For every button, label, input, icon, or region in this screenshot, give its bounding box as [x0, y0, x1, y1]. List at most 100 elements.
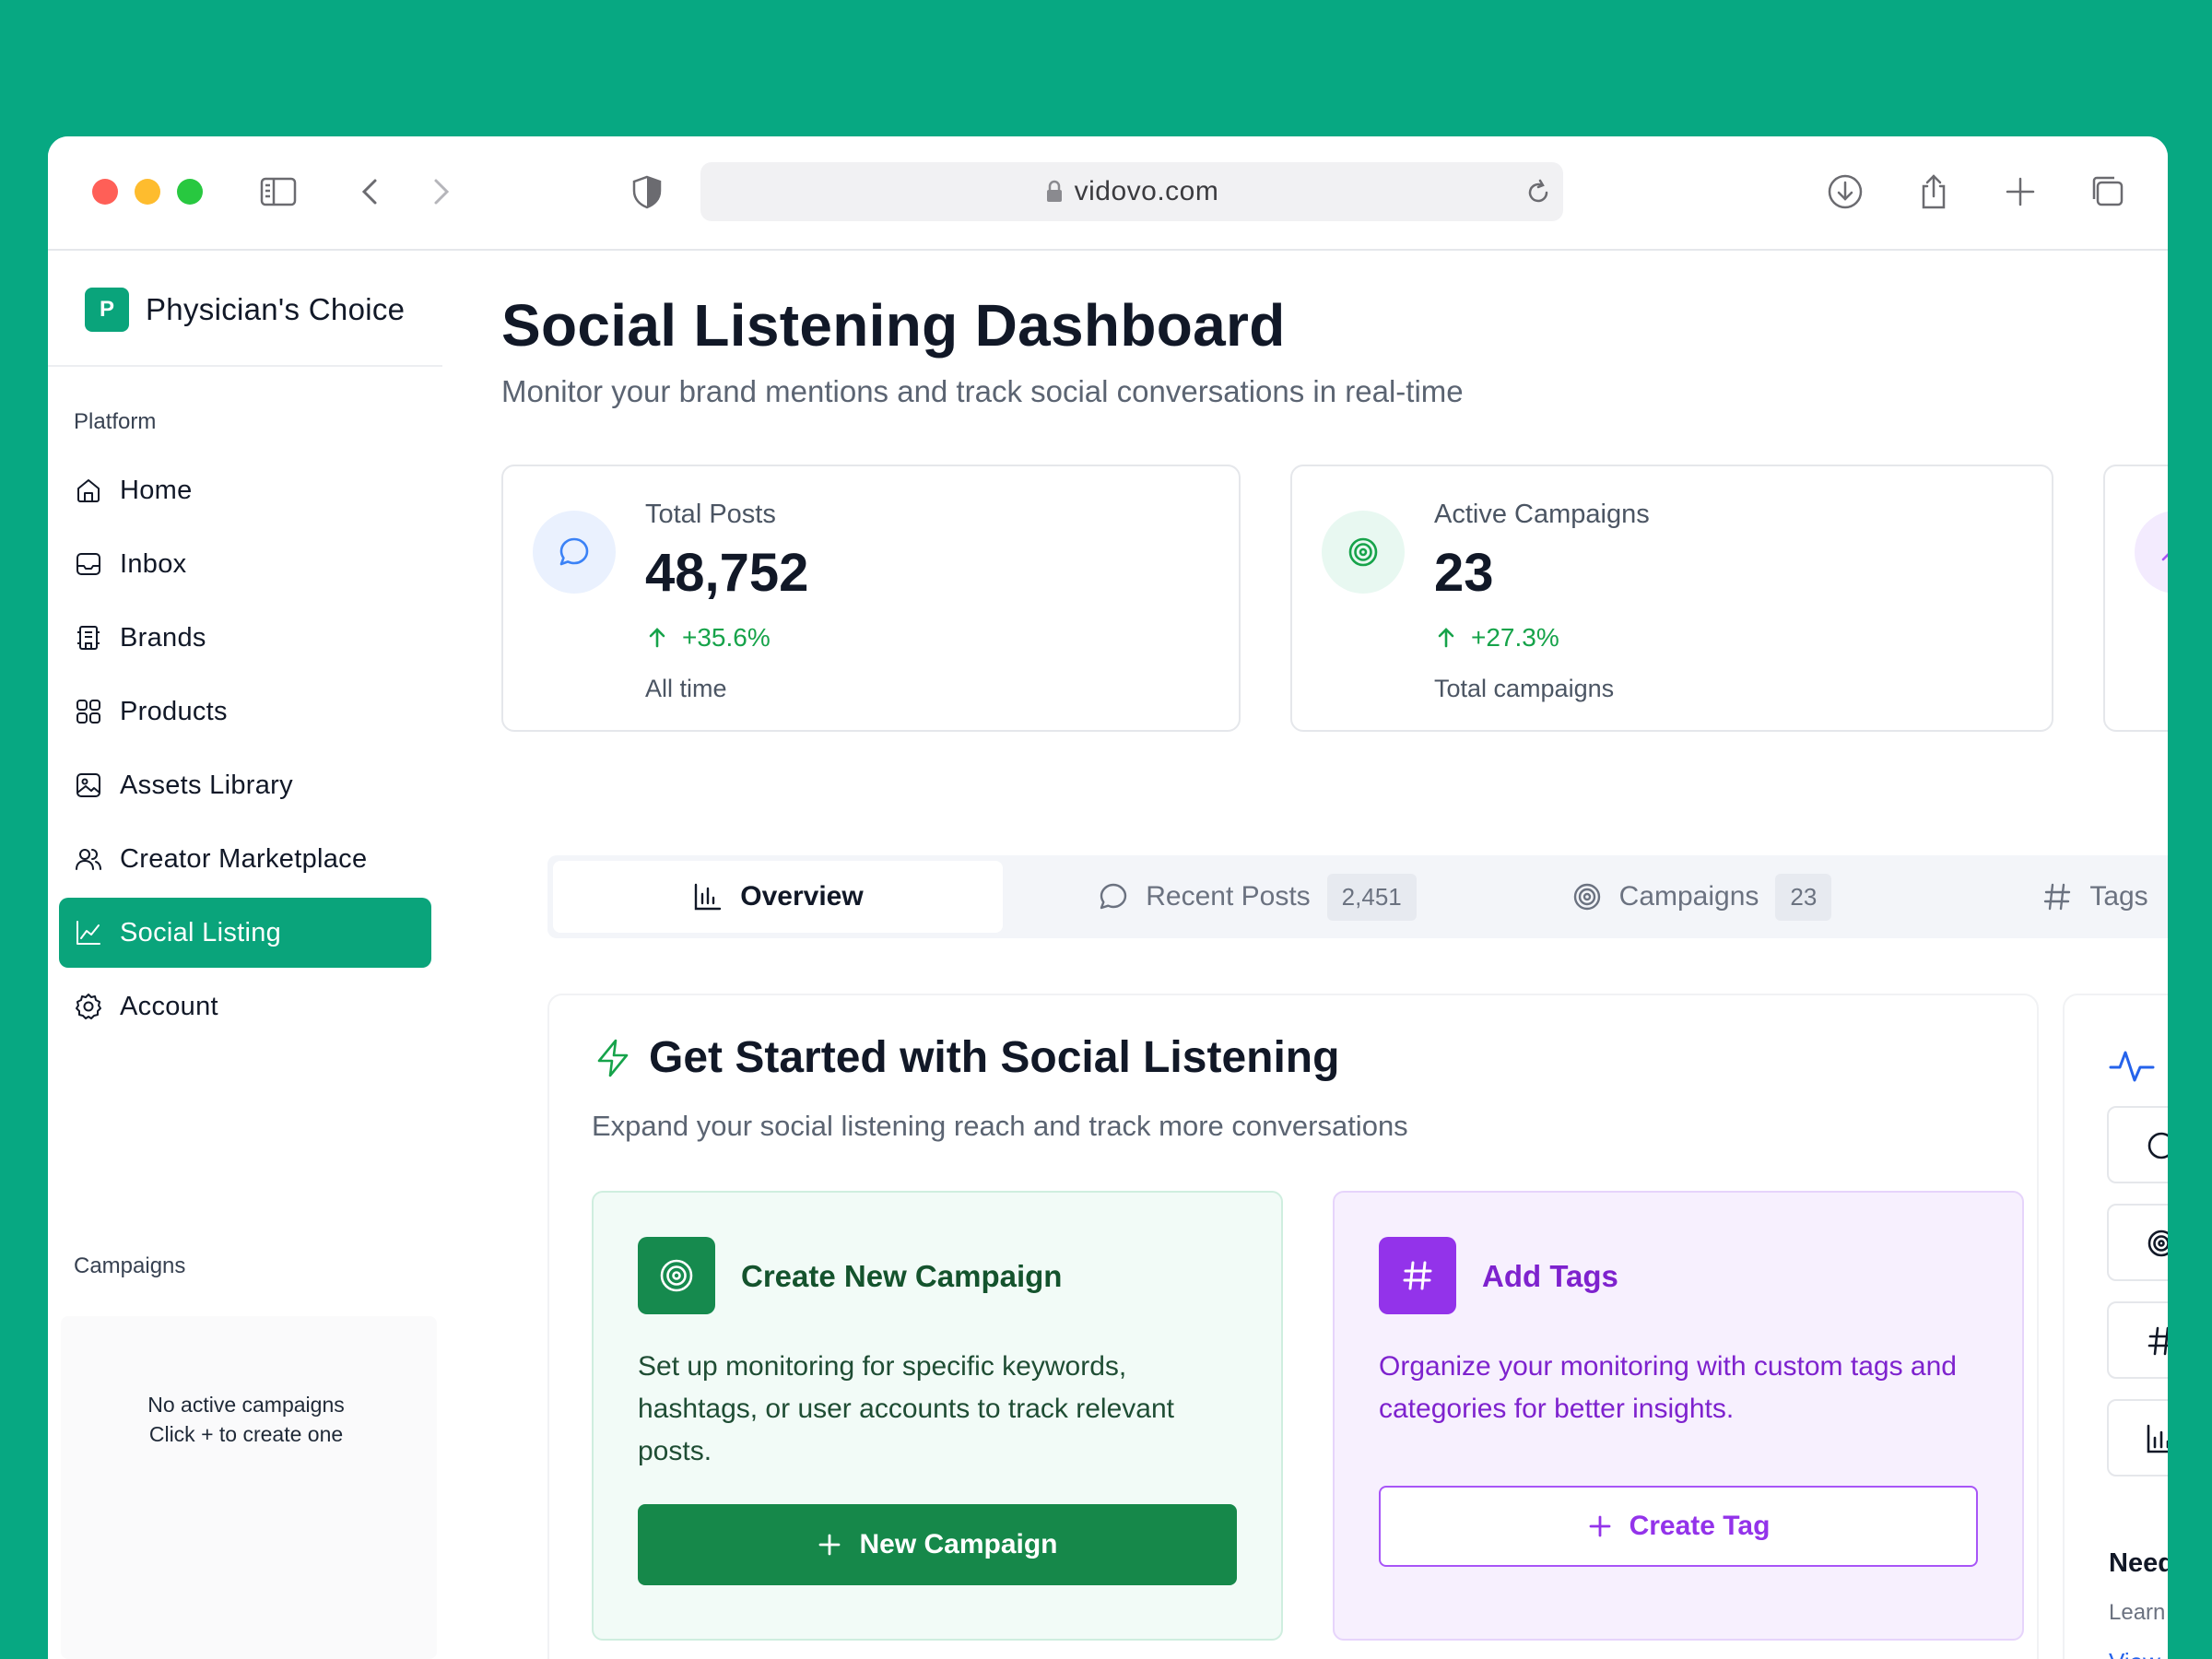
sidebar-item-brands[interactable]: Brands	[59, 603, 431, 673]
empty-campaigns-line-1: No active campaigns	[147, 1393, 345, 1417]
sidebar-item-products[interactable]: Products	[59, 677, 431, 747]
message-circle-icon	[2147, 1132, 2168, 1159]
main-content: Social Listening Dashboard Monitor your …	[444, 251, 2168, 1659]
stat-value: 48,752	[645, 543, 809, 603]
view-link[interactable]: View	[2109, 1648, 2160, 1659]
plus-icon	[1589, 1515, 1610, 1537]
tab-label: Campaigns	[1618, 881, 1759, 912]
brand-name: Physician's Choice	[146, 292, 406, 326]
address-bar[interactable]: vidovo.com	[700, 162, 1563, 221]
tab-tags[interactable]: Tags	[2026, 861, 2164, 933]
divider	[48, 365, 442, 367]
sidebar-item-social-listing[interactable]: Social Listing	[59, 898, 431, 968]
sidebar-item-assets-library[interactable]: Assets Library	[59, 750, 431, 820]
message-circle-icon	[533, 511, 616, 594]
sidebar-item-home[interactable]: Home	[59, 455, 431, 525]
quick-action-posts[interactable]	[2107, 1106, 2168, 1183]
empty-campaigns-line-2: Click + to create one	[148, 1422, 344, 1446]
new-campaign-button-label: New Campaign	[859, 1529, 1058, 1559]
stat-change-value: +35.6%	[682, 623, 771, 652]
get-started-subtitle: Expand your social listening reach and t…	[592, 1110, 1408, 1142]
sidebar-item-creator-marketplace[interactable]: Creator Marketplace	[59, 824, 431, 894]
quick-action-campaigns[interactable]	[2107, 1204, 2168, 1281]
tab-recent-posts[interactable]: Recent Posts 2,451	[1082, 861, 1432, 933]
close-window-button[interactable]	[92, 179, 118, 205]
image-icon	[76, 773, 100, 797]
message-circle-icon	[1100, 883, 1127, 910]
quick-action-tags[interactable]	[2107, 1301, 2168, 1379]
stat-card-active-campaigns: Active Campaigns 23 +27.3% Total campaig…	[1290, 465, 2053, 732]
page-title: Social Listening Dashboard	[501, 292, 1286, 359]
target-icon	[1573, 883, 1600, 911]
target-icon	[2147, 1230, 2168, 1257]
stat-label: Active Campaigns	[1434, 500, 1650, 529]
create-campaign-description: Set up monitoring for specific keywords,…	[638, 1351, 1174, 1466]
back-icon[interactable]	[350, 171, 391, 212]
target-icon	[638, 1237, 715, 1314]
stat-label: Total Posts	[645, 500, 776, 529]
stat-card-total-posts: Total Posts 48,752 +35.6% All time	[501, 465, 1241, 732]
stat-change: +27.3%	[1434, 623, 1559, 653]
shield-icon[interactable]	[627, 171, 667, 212]
empty-campaigns-message: No active campaigns Click + to create on…	[48, 1390, 444, 1449]
forward-icon[interactable]	[420, 171, 461, 212]
gear-icon	[76, 994, 101, 1019]
sidebar-toggle-icon[interactable]	[258, 171, 299, 212]
sidebar-item-label: Home	[120, 475, 193, 505]
minimize-window-button[interactable]	[135, 179, 160, 205]
create-tag-button-label: Create Tag	[1629, 1511, 1771, 1541]
tab-count-badge: 2,451	[1326, 873, 1417, 921]
tab-count-badge: 23	[1775, 873, 1832, 921]
sidebar: P Physician's Choice Platform Home Inbox…	[48, 251, 444, 1659]
campaigns-section-label: Campaigns	[74, 1253, 186, 1278]
tab-campaigns[interactable]: Campaigns 23	[1554, 861, 1849, 933]
stat-value: 23	[1434, 543, 1494, 603]
share-icon[interactable]	[1913, 171, 1954, 212]
sidebar-item-account[interactable]: Account	[59, 971, 431, 1041]
arrow-up-icon	[649, 628, 665, 648]
create-campaign-title: Create New Campaign	[741, 1259, 1063, 1293]
sidebar-item-label: Brands	[120, 622, 206, 653]
create-tag-button[interactable]: Create Tag	[1379, 1486, 1978, 1567]
plus-icon	[819, 1534, 841, 1556]
target-icon	[1322, 511, 1405, 594]
products-icon	[76, 700, 100, 724]
hash-icon	[2147, 1326, 2168, 1356]
lock-icon	[1046, 180, 1062, 202]
users-icon	[76, 849, 101, 870]
new-tab-icon[interactable]	[2000, 171, 2041, 212]
sidebar-item-inbox[interactable]: Inbox	[59, 529, 431, 599]
sidebar-item-label: Inbox	[120, 548, 187, 579]
bar-chart-icon	[2147, 1424, 2168, 1453]
quick-actions-panel: Need Learn View	[2063, 994, 2168, 1659]
platform-section-label: Platform	[74, 409, 157, 434]
help-text: Learn	[2109, 1600, 2166, 1625]
maximize-window-button[interactable]	[177, 179, 203, 205]
get-started-heading: Get Started with Social Listening	[592, 1032, 1339, 1083]
get-started-title: Get Started with Social Listening	[649, 1033, 1340, 1082]
sidebar-item-label: Creator Marketplace	[120, 843, 368, 874]
brand[interactable]: P Physician's Choice	[85, 288, 405, 332]
new-campaign-button[interactable]: New Campaign	[638, 1504, 1237, 1585]
home-icon	[77, 479, 100, 502]
chart-line-icon	[76, 921, 100, 945]
sidebar-item-label: Social Listing	[120, 917, 282, 947]
url-text: vidovo.com	[1074, 176, 1219, 206]
tab-overview[interactable]: Overview	[553, 861, 1003, 933]
add-tags-description: Organize your monitoring with custom tag…	[1379, 1351, 1957, 1424]
brands-icon	[77, 626, 100, 650]
page-subtitle: Monitor your brand mentions and track so…	[501, 374, 1464, 408]
reload-icon[interactable]	[1523, 177, 1554, 208]
stat-change: +35.6%	[645, 623, 771, 653]
browser-window: vidovo.com P Physician's Choice Platform…	[48, 136, 2168, 1659]
download-icon[interactable]	[1825, 171, 1865, 212]
brand-logo: P	[85, 288, 129, 332]
stat-footnote: Total campaigns	[1434, 675, 1615, 702]
create-campaign-card: Create New Campaign Set up monitoring fo…	[592, 1191, 1283, 1641]
inbox-icon	[76, 553, 100, 575]
add-tags-title: Add Tags	[1482, 1259, 1618, 1293]
get-started-panel: Get Started with Social Listening Expand…	[547, 994, 2039, 1659]
tabs-overview-icon[interactable]	[2087, 171, 2127, 212]
dashboard-tabs: Overview Recent Posts 2,451 Campaigns 23…	[547, 855, 2168, 938]
quick-action-analytics[interactable]	[2107, 1399, 2168, 1477]
